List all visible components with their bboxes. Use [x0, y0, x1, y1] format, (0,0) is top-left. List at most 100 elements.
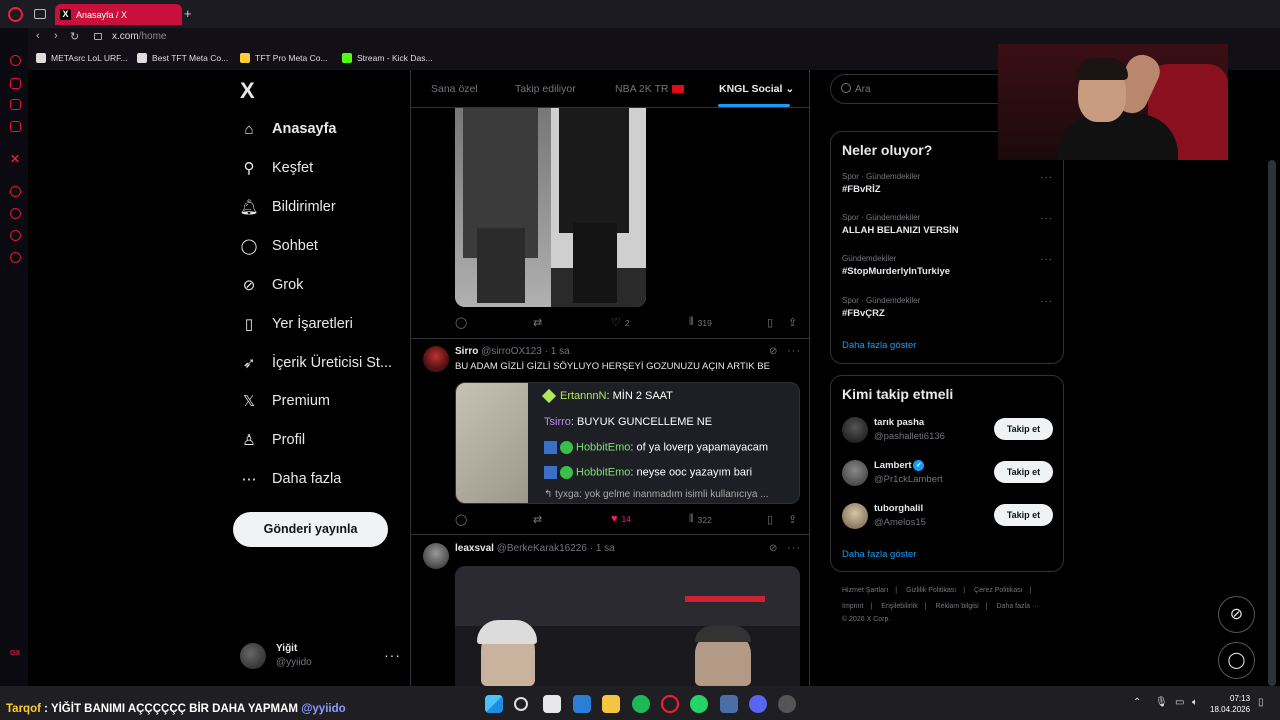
footer-link-ads-info[interactable]: Reklam bilgisi	[936, 603, 979, 610]
microphone-icon[interactable]: 🎙︎	[1155, 697, 1168, 708]
tweet-author-handle[interactable]: @BerkeKarak16226	[497, 543, 587, 554]
x-logo-icon[interactable]: X	[240, 78, 255, 104]
trend-more-icon[interactable]: ···	[1040, 172, 1053, 183]
sidebar-discord-icon[interactable]	[10, 99, 21, 110]
sidebar-twitch-icon[interactable]	[10, 78, 21, 89]
retweet-button[interactable]: ⇄	[533, 513, 546, 526]
avatar[interactable]	[842, 503, 868, 529]
trend-item[interactable]: #FBvRİZ	[842, 184, 881, 195]
footer-link-more[interactable]: Daha fazla ···	[997, 603, 1039, 610]
who-to-follow-show-more-link[interactable]: Daha fazla göster	[842, 549, 916, 560]
account-more-icon[interactable]: ···	[384, 647, 401, 663]
post-button[interactable]: Gönderi yayınla	[233, 512, 388, 547]
like-button[interactable]: ♡ 2	[611, 316, 630, 329]
nav-item-explore[interactable]: ⚲ Keşfet	[240, 159, 314, 177]
follow-button[interactable]: Takip et	[994, 461, 1053, 483]
trend-item[interactable]: ALLAH BELANIZI VERSİN	[842, 225, 959, 236]
tab-nba-2k-tr[interactable]: NBA 2K TR	[615, 83, 684, 95]
url-field[interactable]: x.com/home	[112, 31, 166, 42]
bookmark-tweet-button[interactable]: ▯	[767, 316, 773, 329]
browser-tab-active[interactable]: X Anasayfa / X	[55, 4, 182, 25]
reply-button[interactable]: ◯	[455, 513, 471, 526]
grok-float-button[interactable]: ⊘	[1218, 596, 1255, 633]
forward-arrow-icon[interactable]: ›	[54, 30, 58, 42]
trend-item[interactable]: #StopMurderlyInTurkiye	[842, 266, 950, 277]
footer-link-accessibility[interactable]: Erişilebilirlik	[881, 603, 918, 610]
tweet-author-name[interactable]: Sirro	[455, 346, 478, 357]
trends-show-more-link[interactable]: Daha fazla göster	[842, 340, 916, 351]
sidebar-x-icon[interactable]: ✕	[10, 152, 20, 166]
tweet-author-name[interactable]: leaxsval	[455, 543, 494, 554]
nav-item-grok[interactable]: ⊘ Grok	[240, 276, 304, 294]
tab-following[interactable]: Takip ediliyor	[515, 83, 576, 95]
reply-button[interactable]: ◯	[455, 316, 471, 329]
nav-item-creator-studio[interactable]: ➶ İçerik Üreticisi St...	[240, 354, 392, 372]
nav-item-notifications[interactable]: 🔔︎ Bildirimler	[239, 198, 335, 216]
sidebar-history-icon[interactable]	[10, 208, 21, 219]
trend-more-icon[interactable]: ···	[1040, 254, 1053, 265]
new-tab-button[interactable]: +	[184, 7, 192, 20]
trend-item[interactable]: #FBvÇRZ	[842, 308, 885, 319]
nav-item-more[interactable]: ⋯ Daha fazla	[240, 470, 342, 488]
bookmark-item[interactable]: TFT Pro Meta Co...	[240, 53, 328, 63]
grok-icon[interactable]: ⊘	[769, 346, 777, 357]
sidebar-player-icon[interactable]	[10, 186, 21, 197]
bookmark-item[interactable]: Stream - Kick Das...	[342, 53, 433, 63]
tweet-image[interactable]: ErtannnN: MİN 2 SAAT Tsirro: BUYUK GUNCE…	[455, 382, 800, 504]
avatar[interactable]	[240, 643, 266, 669]
whatsapp-icon[interactable]	[690, 695, 708, 713]
account-name[interactable]: Yiğit	[276, 643, 297, 654]
reload-icon[interactable]: ↻	[70, 30, 79, 43]
tweet-more-icon[interactable]: ···	[787, 345, 801, 357]
like-button[interactable]: ♥ 14	[611, 513, 631, 525]
notification-bell-icon[interactable]: ▯	[1258, 697, 1264, 708]
avatar[interactable]	[423, 346, 449, 372]
tweet-time[interactable]: · 1 sa	[590, 543, 615, 554]
outlook-icon[interactable]	[573, 695, 591, 713]
taskbar-clock[interactable]: 07:13 18.04.2026	[1210, 693, 1250, 715]
share-button[interactable]: ⇪	[788, 513, 797, 526]
retweet-button[interactable]: ⇄	[533, 316, 546, 329]
avatar[interactable]	[842, 417, 868, 443]
follow-button[interactable]: Takip et	[994, 504, 1053, 526]
footer-link-cookies[interactable]: Çerez Politikası	[974, 587, 1023, 594]
sidebar-settings-icon[interactable]	[10, 252, 21, 263]
footer-link-imprint[interactable]: Imprint	[842, 603, 863, 610]
microsoft-store-icon[interactable]	[543, 695, 561, 713]
follow-button[interactable]: Takip et	[994, 418, 1053, 440]
avatar[interactable]	[842, 460, 868, 486]
bookmark-tweet-button[interactable]: ▯	[767, 513, 773, 526]
taskbar-search-icon[interactable]	[514, 697, 528, 711]
tweet-author-handle[interactable]: @sirroOX123	[481, 346, 542, 357]
page-scrollbar[interactable]	[1268, 160, 1276, 686]
nav-item-profile[interactable]: ♙ Profil	[240, 431, 305, 449]
tab-switcher-icon[interactable]	[34, 9, 46, 19]
tweet-image[interactable]	[455, 108, 646, 307]
tweet-image[interactable]	[455, 566, 800, 686]
sidebar-gx-icon[interactable]	[10, 121, 21, 132]
share-button[interactable]: ⇪	[788, 316, 797, 329]
sidebar-extensions-icon[interactable]	[10, 230, 21, 241]
sidebar-gx-label[interactable]: GX	[10, 650, 20, 657]
volume-icon[interactable]: 🔈︎	[1192, 697, 1198, 708]
tweet-more-icon[interactable]: ···	[787, 542, 801, 554]
discord-icon[interactable]	[749, 695, 767, 713]
nav-item-bookmarks[interactable]: ▯ Yer İşaretleri	[240, 315, 353, 333]
nav-item-home[interactable]: ⌂ Anasayfa	[240, 120, 336, 138]
trend-more-icon[interactable]: ···	[1040, 213, 1053, 224]
opera-gx-icon[interactable]	[661, 695, 679, 713]
bookmark-item[interactable]: Best TFT Meta Co...	[137, 53, 228, 63]
avatar[interactable]	[423, 543, 449, 569]
windows-start-icon[interactable]	[485, 695, 503, 713]
steam-icon[interactable]	[720, 695, 738, 713]
views-button[interactable]: ⫴ 322	[689, 513, 712, 526]
tab-kngl-social[interactable]: KNGL Social ⌄	[719, 83, 794, 95]
suggested-user-name-row[interactable]: Lambert ✓	[874, 460, 925, 471]
grok-icon[interactable]: ⊘	[769, 543, 777, 554]
views-button[interactable]: ⫴ 319	[689, 316, 712, 329]
opera-logo-icon[interactable]	[8, 7, 23, 22]
nav-item-premium[interactable]: 𝕏 Premium	[240, 392, 330, 410]
file-explorer-icon[interactable]	[602, 695, 620, 713]
back-arrow-icon[interactable]: ‹	[36, 30, 40, 42]
bookmark-item[interactable]: METAsrc LoL URF...	[36, 53, 128, 63]
